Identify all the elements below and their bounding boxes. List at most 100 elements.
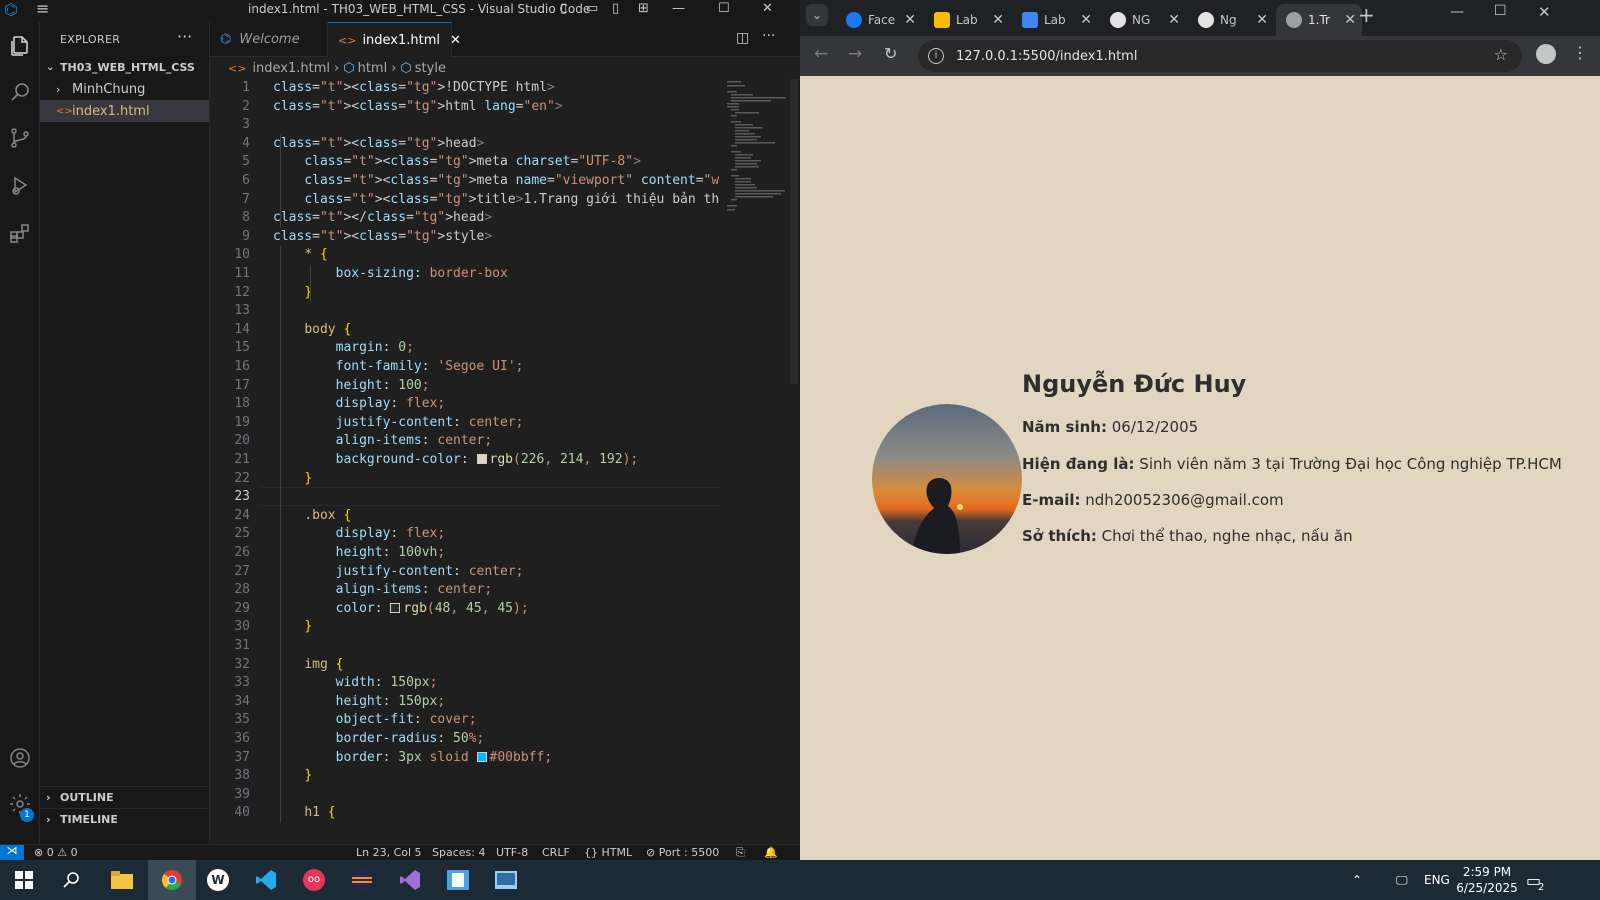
encoding[interactable]: UTF-8	[496, 846, 528, 859]
code-line[interactable]: height: 100vh;	[273, 545, 446, 560]
close-icon[interactable]: ✕	[1538, 3, 1551, 21]
chrome-tab[interactable]: Ng ✕	[1188, 4, 1274, 36]
problems-indicator[interactable]: ⊗ 0 ⚠ 0	[34, 846, 78, 859]
code-line[interactable]: class="t"><class="tg">style>	[273, 229, 492, 244]
more-actions-icon[interactable]: ···	[762, 28, 775, 44]
code-line[interactable]: color: rgb(48, 45, 45);	[273, 601, 529, 616]
language-mode[interactable]: {} HTML	[584, 846, 632, 859]
vscode-taskbar-icon[interactable]	[242, 860, 290, 900]
code-line[interactable]: }	[273, 619, 312, 634]
close-icon[interactable]: ✕	[762, 1, 773, 16]
tab-welcome[interactable]: ⌬ Welcome	[210, 22, 328, 57]
extensions-icon[interactable]	[0, 212, 40, 256]
chrome-tab[interactable]: Face ✕	[836, 4, 922, 36]
start-button[interactable]	[0, 860, 48, 900]
code-editor[interactable]: 1 class="t"><class="tg">!DOCTYPE html> 2 cl…	[210, 79, 720, 844]
close-tab-icon[interactable]: ✕	[904, 12, 916, 28]
code-line[interactable]: class="t"><class="tg">title>1.Trang giới…	[273, 192, 720, 207]
timeline-section[interactable]: › TIMELINE	[40, 808, 209, 830]
chrome-menu-icon[interactable]: ⋮	[1572, 43, 1588, 62]
cursor-position[interactable]: Ln 23, Col 5	[356, 846, 422, 859]
site-info-icon[interactable]: i	[928, 48, 944, 64]
maximize-icon[interactable]: ☐	[1494, 3, 1507, 19]
code-line[interactable]: font-family: 'Segoe UI';	[273, 359, 524, 374]
tab-search-icon[interactable]: ⌄	[806, 4, 828, 26]
code-line[interactable]: box-sizing: border-box	[273, 266, 508, 281]
code-line[interactable]: class="t"><class="tg">head>	[273, 136, 484, 151]
toggle-panel-icon[interactable]: ▭	[586, 1, 598, 16]
color-swatch[interactable]	[390, 602, 401, 613]
eclipse-icon[interactable]	[338, 860, 386, 900]
code-line[interactable]: object-fit: cover;	[273, 712, 477, 727]
explorer-more-button[interactable]: ···	[177, 27, 192, 46]
code-line[interactable]: display: flex;	[273, 526, 446, 541]
breadcrumb-item[interactable]: style	[415, 61, 446, 76]
code-line[interactable]: img {	[273, 657, 343, 672]
close-tab-icon[interactable]: ✕	[992, 12, 1004, 28]
app-oo-icon[interactable]: oo	[290, 860, 338, 900]
feedback-icon[interactable]: ⎘	[736, 846, 745, 860]
minimap[interactable]	[725, 79, 787, 239]
toggle-sidebar-icon[interactable]: ▯	[560, 1, 567, 16]
input-language[interactable]: ENG	[1424, 860, 1450, 900]
code-line[interactable]: class="t"><class="tg">meta charset="UTF-…	[273, 154, 641, 169]
code-line[interactable]: border: 3px sloid #00bbff;	[273, 750, 553, 765]
breadcrumb-item[interactable]: index1.html	[252, 61, 330, 76]
chrome-tab[interactable]: NG ✕	[1100, 4, 1186, 36]
code-line[interactable]: class="t"><class="tg">html lang="en">	[273, 99, 563, 114]
code-line[interactable]: justify-content: center;	[273, 415, 524, 430]
code-line[interactable]: margin: 0;	[273, 340, 414, 355]
code-line[interactable]: display: flex;	[273, 396, 446, 411]
account-icon[interactable]	[0, 736, 40, 780]
code-line[interactable]: width: 150px;	[273, 675, 438, 690]
workspace-root[interactable]: ⌄ TH03_WEB_HTML_CSS	[40, 56, 209, 78]
code-line[interactable]: class="t"><class="tg">meta name="viewpor…	[273, 173, 720, 188]
run-debug-icon[interactable]	[0, 164, 40, 208]
color-swatch[interactable]	[476, 751, 487, 762]
editor-scrollbar[interactable]	[788, 79, 800, 844]
toggle-secondary-sidebar-icon[interactable]: ▯	[612, 1, 619, 16]
code-line[interactable]: justify-content: center;	[273, 564, 524, 579]
code-line[interactable]: .box {	[273, 508, 351, 523]
manage-gear-icon[interactable]: 1	[0, 782, 40, 826]
minimize-icon[interactable]: —	[1450, 4, 1464, 20]
clock[interactable]: 2:59 PM 6/25/2025	[1456, 860, 1518, 900]
forward-icon[interactable]: →	[848, 44, 862, 64]
maximize-icon[interactable]: ☐	[718, 1, 730, 16]
chrome-tab[interactable]: Lab ✕	[1012, 4, 1098, 36]
code-line[interactable]: }	[273, 471, 312, 486]
address-bar[interactable]: i 127.0.0.1:5500/index1.html ☆	[918, 40, 1522, 72]
bookmark-star-icon[interactable]: ☆	[1494, 45, 1508, 64]
code-line[interactable]: * {	[273, 247, 327, 262]
network-icon[interactable]: 🖵	[1396, 860, 1408, 900]
chrome-tab[interactable]: Lab ✕	[924, 4, 1010, 36]
tree-item-folder[interactable]: › MinhChung	[40, 78, 209, 100]
code-line[interactable]: border-radius: 50%;	[273, 731, 485, 746]
profile-avatar-icon[interactable]	[1536, 44, 1556, 64]
visual-studio-icon[interactable]	[386, 860, 434, 900]
reload-icon[interactable]: ↻	[884, 44, 897, 63]
close-tab-icon[interactable]: ✕	[1344, 12, 1356, 28]
code-line[interactable]: class="t"><class="tg">!DOCTYPE html>	[273, 80, 555, 95]
close-tab-icon[interactable]: ✕	[450, 33, 461, 48]
customize-layout-icon[interactable]: ⊞	[638, 1, 649, 16]
color-swatch[interactable]	[476, 454, 487, 464]
chrome-tab[interactable]: 1.Tr ✕	[1276, 4, 1362, 36]
scrollbar-thumb[interactable]	[790, 79, 798, 384]
remote-icon[interactable]: ⋊	[0, 845, 24, 860]
code-line[interactable]: }	[273, 768, 312, 783]
close-tab-icon[interactable]: ✕	[1080, 12, 1092, 28]
close-tab-icon[interactable]: ✕	[1256, 12, 1268, 28]
action-center-icon[interactable]: ▭ 2	[1526, 860, 1544, 900]
breadcrumb-item[interactable]: html	[358, 61, 388, 76]
outline-section[interactable]: › OUTLINE	[40, 786, 209, 808]
source-control-icon[interactable]	[0, 116, 40, 160]
explorer-icon[interactable]	[0, 24, 40, 68]
code-line[interactable]: height: 100;	[273, 378, 430, 393]
app-w-icon[interactable]: W	[194, 860, 242, 900]
code-line[interactable]: align-items: center;	[273, 433, 493, 448]
minimize-icon[interactable]: —	[672, 1, 685, 16]
line-ending[interactable]: CRLF	[542, 846, 570, 859]
close-tab-icon[interactable]: ✕	[1168, 12, 1180, 28]
file-explorer-icon[interactable]	[98, 860, 146, 900]
